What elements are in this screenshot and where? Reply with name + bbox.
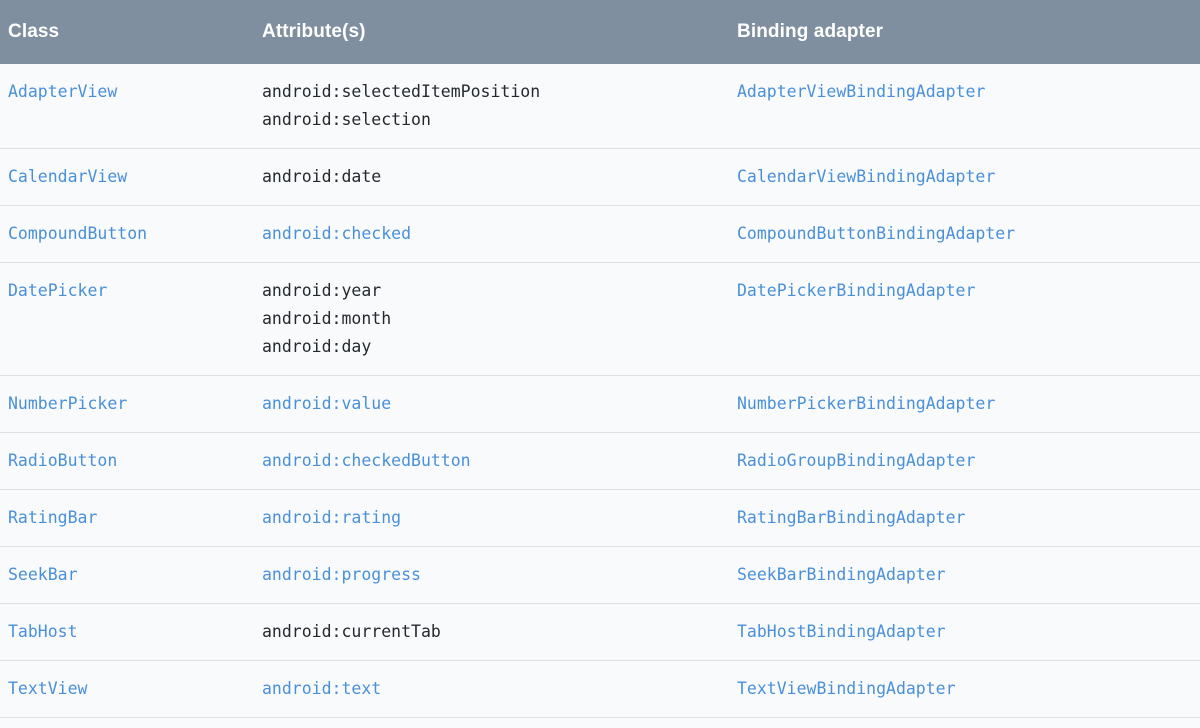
class-link[interactable]: RadioButton (8, 451, 117, 470)
cell-class: CalendarView (0, 149, 254, 206)
cell-attributes: android:date (254, 149, 729, 206)
cell-attributes: android:progress (254, 547, 729, 604)
column-header-binding-adapter: Binding adapter (737, 21, 884, 42)
binding-adapter-link[interactable]: TextViewBindingAdapter (737, 679, 956, 698)
class-link[interactable]: CompoundButton (8, 224, 147, 243)
binding-adapter-link[interactable]: NumberPickerBindingAdapter (737, 394, 995, 413)
attribute-link[interactable]: android:text (262, 675, 729, 703)
cell-attributes: android:text (254, 661, 729, 718)
table-row: TimePickerandroid:hourandroid:minuteTime… (0, 717, 1200, 728)
cell-attributes: android:value (254, 376, 729, 433)
binding-adapter-link[interactable]: AdapterViewBindingAdapter (737, 82, 985, 101)
table-header: Class Attribute(s) Binding adapter (0, 0, 1200, 64)
attribute-text: android:selection (262, 110, 431, 129)
class-link[interactable]: DatePicker (8, 281, 107, 300)
cell-class: CompoundButton (0, 206, 254, 263)
class-link[interactable]: CalendarView (8, 167, 127, 186)
binding-adapters-table-container: Class Attribute(s) Binding adapter Adapt… (0, 0, 1200, 728)
table-header-row: Class Attribute(s) Binding adapter (0, 0, 1200, 64)
cell-binding-adapter: AdapterViewBindingAdapter (729, 64, 1200, 149)
table-row: TextView android:text TextViewBindingAdapt… (0, 660, 1200, 718)
cell-binding-adapter: NumberPickerBindingAdapter (729, 376, 1200, 433)
cell-binding-adapter: DatePickerBindingAdapter (729, 263, 1200, 376)
attribute-text: android:day (262, 337, 372, 356)
binding-adapter-link[interactable]: TabHostBindingAdapter (737, 622, 946, 641)
binding-adapter-link[interactable]: DatePickerBindingAdapter (737, 281, 975, 300)
attribute-link[interactable]: android:value (262, 390, 729, 418)
column-header-attributes: Attribute(s) (262, 21, 366, 42)
column-header-class: Class (8, 21, 60, 42)
table-row: SeekBar android:progress SeekBarBindingAda… (0, 546, 1200, 604)
cell-binding-adapter: TimePickerBindingAdapter (729, 718, 1200, 728)
cell-class: RadioButton (0, 433, 254, 490)
cell-binding-adapter: RatingBarBindingAdapter (729, 490, 1200, 547)
binding-adapter-link[interactable]: CompoundButtonBindingAdapter (737, 224, 1015, 243)
attribute-link[interactable]: android:rating (262, 504, 729, 532)
attribute-link[interactable]: android:progress (262, 561, 729, 589)
binding-adapters-table: Class Attribute(s) Binding adapter Adapt… (0, 0, 1200, 728)
binding-adapter-link[interactable]: RadioGroupBindingAdapter (737, 451, 975, 470)
class-link[interactable]: SeekBar (8, 565, 78, 584)
cell-attributes: android:checked (254, 206, 729, 263)
cell-binding-adapter: CalendarViewBindingAdapter (729, 149, 1200, 206)
table-row: TabHost android:currentTab TabHostBindingA… (0, 603, 1200, 661)
attribute-text: android:selectedItemPosition (262, 82, 541, 101)
table-row: AdapterView android:selectedItemPosition a… (0, 64, 1200, 149)
cell-binding-adapter: TextViewBindingAdapter (729, 661, 1200, 718)
binding-adapter-link[interactable]: SeekBarBindingAdapter (737, 565, 946, 584)
table-row: DatePicker android:year android:month andro… (0, 262, 1200, 376)
cell-attributes: android:hourandroid:minute (254, 718, 729, 728)
cell-binding-adapter: RadioGroupBindingAdapter (729, 433, 1200, 490)
cell-class: DatePicker (0, 263, 254, 376)
class-link[interactable]: RatingBar (8, 508, 97, 527)
cell-class: NumberPicker (0, 376, 254, 433)
cell-class: TabHost (0, 604, 254, 661)
cell-class: TextView (0, 661, 254, 718)
attribute-text: android:month (262, 309, 392, 328)
cell-class: TimePicker (0, 718, 254, 728)
cell-attributes: android:rating (254, 490, 729, 547)
cell-class: RatingBar (0, 490, 254, 547)
table-row: NumberPicker android:value NumberPickerBin… (0, 375, 1200, 433)
class-link[interactable]: TextView (8, 679, 87, 698)
table-row: RadioButton android:checkedButton RadioGro… (0, 432, 1200, 490)
attribute-link[interactable]: android:checkedButton (262, 447, 729, 475)
table-row: CompoundButton android:checked CompoundBut… (0, 205, 1200, 263)
cell-binding-adapter: SeekBarBindingAdapter (729, 547, 1200, 604)
table-row: CalendarView android:date CalendarViewBind… (0, 148, 1200, 206)
cell-class: AdapterView (0, 64, 254, 149)
cell-attributes: android:year android:month android:day (254, 263, 729, 376)
cell-attributes: android:selectedItemPosition android:sele… (254, 64, 729, 149)
cell-attributes: android:currentTab (254, 604, 729, 661)
binding-adapter-link[interactable]: RatingBarBindingAdapter (737, 508, 965, 527)
table-body: AdapterView android:selectedItemPosition a… (0, 64, 1200, 728)
attribute-text: android:date (262, 167, 382, 186)
cell-binding-adapter: TabHostBindingAdapter (729, 604, 1200, 661)
cell-binding-adapter: CompoundButtonBindingAdapter (729, 206, 1200, 263)
binding-adapter-link[interactable]: CalendarViewBindingAdapter (737, 167, 995, 186)
cell-attributes: android:checkedButton (254, 433, 729, 490)
class-link[interactable]: AdapterView (8, 82, 117, 101)
cell-class: SeekBar (0, 547, 254, 604)
table-row: RatingBar android:rating RatingBarBindingA… (0, 489, 1200, 547)
class-link[interactable]: NumberPicker (8, 394, 127, 413)
attribute-link[interactable]: android:checked (262, 220, 729, 248)
attribute-text: android:currentTab (262, 622, 441, 641)
class-link[interactable]: TabHost (8, 622, 78, 641)
attribute-text: android:year (262, 281, 382, 300)
